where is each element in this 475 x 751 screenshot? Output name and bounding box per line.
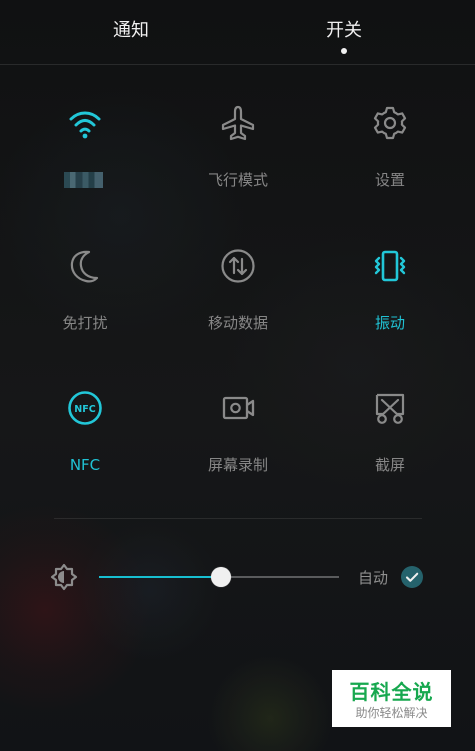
mobile-data-label: 移动数据 xyxy=(207,314,268,332)
mobile-data-icon xyxy=(220,248,256,284)
watermark-title: 百科全说 xyxy=(349,680,434,704)
check-icon xyxy=(405,572,419,582)
tab-switches-label: 开关 xyxy=(326,20,362,41)
auto-brightness-label: 自动 xyxy=(358,569,389,587)
brightness-slider-thumb[interactable] xyxy=(211,567,232,587)
wifi-icon xyxy=(67,105,103,141)
gear-icon xyxy=(372,105,408,141)
auto-brightness-checkbox[interactable] xyxy=(401,566,423,588)
tab-switches[interactable]: 开关 xyxy=(284,17,404,61)
brightness-icon xyxy=(50,563,78,591)
settings-toggle[interactable]: 设置 xyxy=(325,105,455,197)
tabs-divider xyxy=(0,64,475,65)
nfc-label: NFC xyxy=(69,456,101,474)
watermark-subtitle: 助你轻松解决 xyxy=(355,706,428,720)
screenshot-label: 截屏 xyxy=(374,456,405,474)
do-not-disturb-label: 免打扰 xyxy=(62,314,108,332)
quick-settings-screen: 通知 开关 飞行模式 设置 免打扰 移动数据 振动 NFC NFC 屏幕录制 截… xyxy=(0,0,475,751)
nfc-toggle[interactable]: NFC NFC xyxy=(20,390,150,482)
vibration-icon xyxy=(372,248,408,284)
airplane-mode-label: 飞行模式 xyxy=(207,171,268,189)
airplane-icon xyxy=(220,105,256,141)
wifi-toggle[interactable] xyxy=(20,105,150,197)
screen-recording-toggle[interactable]: 屏幕录制 xyxy=(173,390,303,482)
airplane-mode-toggle[interactable]: 飞行模式 xyxy=(173,105,303,197)
tab-notifications-label: 通知 xyxy=(113,20,149,41)
quick-settings-divider xyxy=(54,518,422,519)
nfc-icon: NFC xyxy=(67,390,103,426)
camera-recording-icon xyxy=(220,390,256,426)
tab-notifications[interactable]: 通知 xyxy=(71,17,191,61)
screen-recording-label: 屏幕录制 xyxy=(207,456,268,474)
wifi-label xyxy=(20,168,150,192)
scissors-icon xyxy=(372,390,408,426)
selected-tab-indicator xyxy=(341,48,347,54)
brightness-slider[interactable] xyxy=(99,562,339,592)
vibration-label: 振动 xyxy=(374,314,405,332)
mobile-data-toggle[interactable]: 移动数据 xyxy=(173,248,303,340)
screenshot-toggle[interactable]: 截屏 xyxy=(325,390,455,482)
watermark-logo: 百科全说 助你轻松解决 xyxy=(332,670,451,727)
vibration-toggle[interactable]: 振动 xyxy=(325,248,455,340)
nfc-icon-text: NFC xyxy=(74,404,95,415)
brightness-slider-fill xyxy=(99,576,222,578)
settings-label: 设置 xyxy=(374,171,405,189)
moon-icon xyxy=(67,248,103,284)
do-not-disturb-toggle[interactable]: 免打扰 xyxy=(20,248,150,340)
